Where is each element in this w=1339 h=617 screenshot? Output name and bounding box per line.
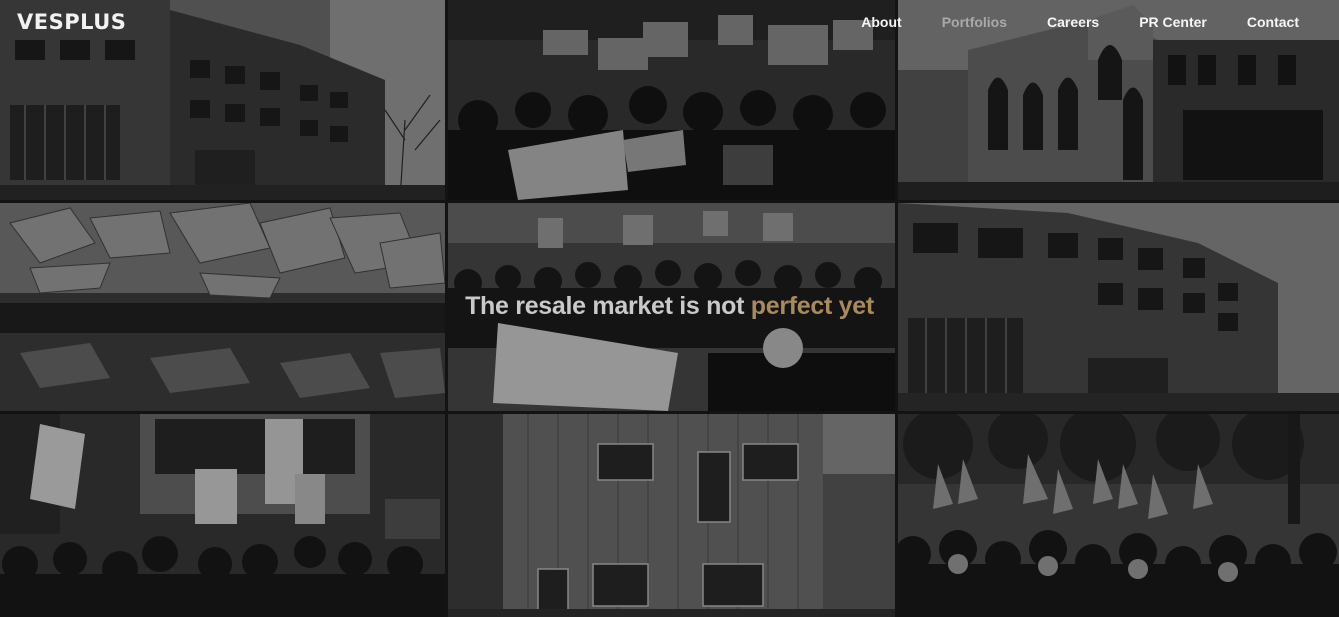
photo-tile-protest-signs <box>0 414 445 617</box>
hero-headline: The resale market is not perfect yet <box>0 292 1339 321</box>
site-header: VESPLUS About Portfolios Careers PR Cent… <box>0 0 1339 44</box>
hero-headline-accent: perfect yet <box>750 292 874 320</box>
hero-headline-main: The resale market is not <box>465 292 751 320</box>
nav-link-pr-center[interactable]: PR Center <box>1139 14 1207 30</box>
nav-link-portfolios[interactable]: Portfolios <box>942 14 1007 30</box>
main-nav: About Portfolios Careers PR Center Conta… <box>861 14 1299 30</box>
nav-link-careers[interactable]: Careers <box>1047 14 1099 30</box>
photo-tile-abandoned-building <box>448 414 895 617</box>
photo-tile-flag-rally <box>898 414 1339 617</box>
nav-link-contact[interactable]: Contact <box>1247 14 1299 30</box>
brand-logo[interactable]: VESPLUS <box>17 10 126 34</box>
nav-link-about[interactable]: About <box>861 14 901 30</box>
